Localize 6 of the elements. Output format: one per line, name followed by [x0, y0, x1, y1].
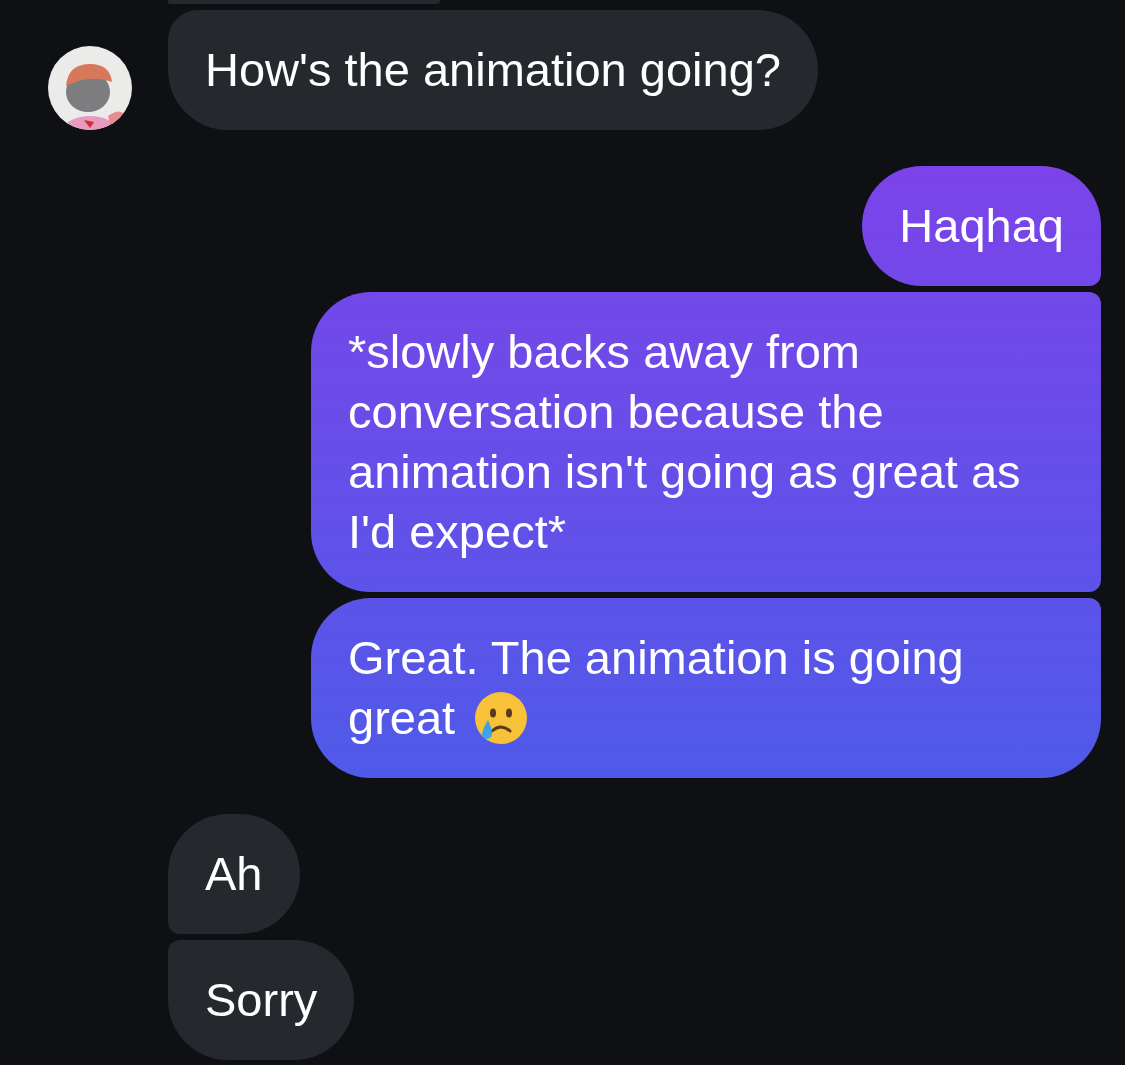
message-text: Ah [205, 847, 263, 900]
message-text: How's the animation going? [205, 43, 781, 96]
message-text: Sorry [205, 973, 318, 1026]
message-text: *slowly backs away from conversation because the animation isn't going as great as I'd expect* [348, 325, 1021, 558]
message-text: Haqhaq [899, 199, 1064, 252]
message-text: Great. The animation is going great [348, 631, 964, 744]
